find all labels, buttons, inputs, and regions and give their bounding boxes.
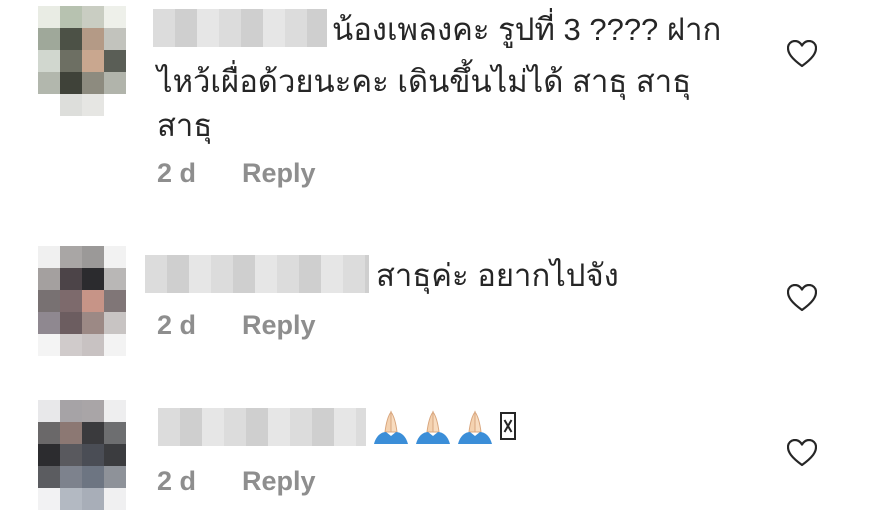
comment-text: สาธุ: [157, 108, 213, 143]
heart-icon[interactable]: [787, 40, 817, 68]
timestamp: 2 d: [157, 310, 197, 340]
folded-hands-icon: [416, 410, 450, 444]
heart-icon[interactable]: [787, 439, 817, 467]
timestamp: 2 d: [157, 466, 197, 496]
comment-meta: 2 d Reply: [157, 310, 316, 341]
comment-3: 2 d Reply: [0, 396, 869, 519]
reply-button[interactable]: Reply: [242, 158, 316, 188]
avatar[interactable]: [38, 6, 126, 116]
folded-hands-icon: [458, 410, 492, 444]
timestamp: 2 d: [157, 158, 197, 188]
reply-button[interactable]: Reply: [242, 466, 316, 496]
blurred-username[interactable]: [145, 255, 369, 293]
comment-1: น้องเพลงคะ รูปที่ 3 ???? ฝาก ไหว้เผื่อด้…: [0, 0, 869, 200]
blurred-username[interactable]: [158, 408, 366, 446]
avatar[interactable]: [38, 246, 126, 356]
comment-text: สาธุค่ะ อยากไปจัง: [376, 258, 619, 293]
avatar[interactable]: [38, 400, 126, 510]
comment-text: น้องเพลงคะ รูปที่ 3 ???? ฝาก: [332, 12, 722, 47]
comment-meta: 2 d Reply: [157, 158, 316, 189]
folded-hands-icon: [374, 410, 408, 444]
heart-icon[interactable]: [787, 284, 817, 312]
comment-emoji-row: [372, 402, 516, 454]
comment-meta: 2 d Reply: [157, 466, 316, 497]
blurred-username[interactable]: [153, 9, 327, 47]
missing-glyph-icon: [500, 412, 516, 440]
comment-text: ไหว้เผื่อด้วยนะคะ เดินขึ้นไม่ได้ สาธุ สา…: [157, 64, 692, 99]
reply-button[interactable]: Reply: [242, 310, 316, 340]
comment-2: สาธุค่ะ อยากไปจัง 2 d Reply: [0, 240, 869, 360]
